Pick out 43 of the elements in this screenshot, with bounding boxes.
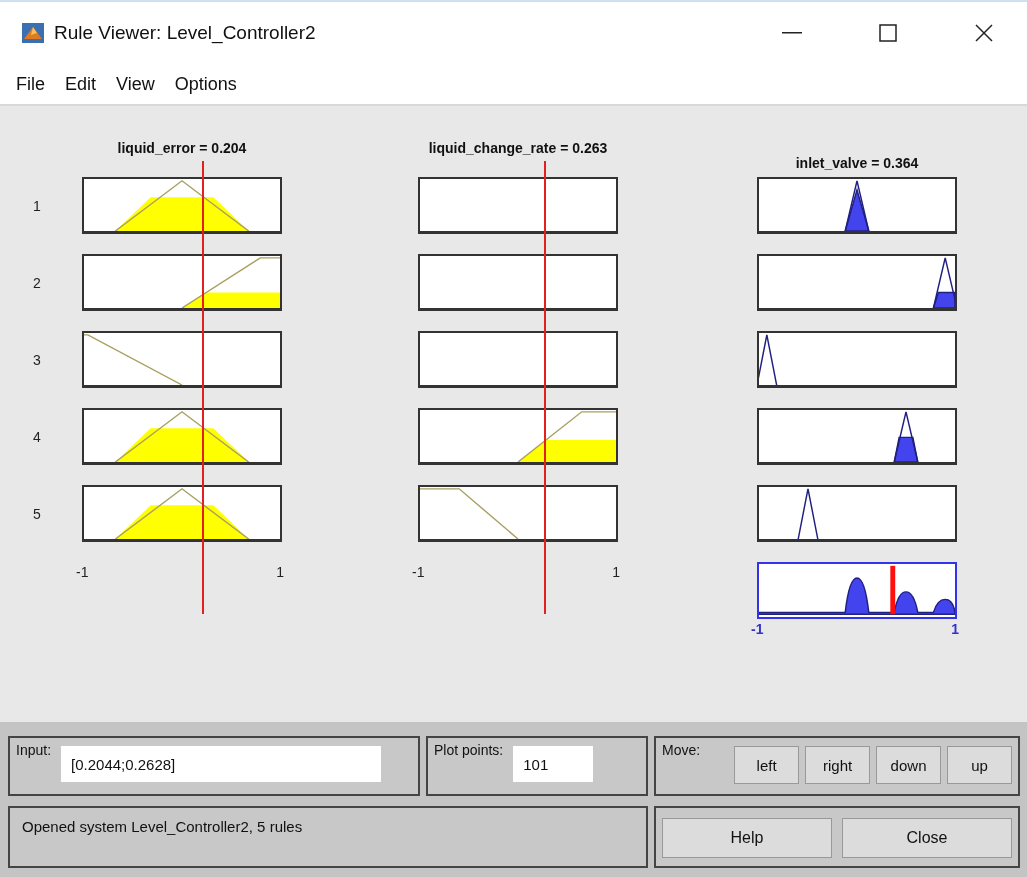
menu-item[interactable]: Edit <box>65 73 97 95</box>
input-variable-label: liquid_change_rate = 0.263 <box>428 140 608 156</box>
plot-points-label: Plot points: <box>434 742 504 758</box>
move-button[interactable]: up <box>947 746 1012 784</box>
axis-min-label: -1 <box>751 621 764 637</box>
membership-function-drawing <box>844 180 870 231</box>
output-variable-label: inlet_valve = 0.364 <box>795 155 919 171</box>
help-button[interactable]: Help <box>662 818 832 858</box>
menu-item[interactable]: Options <box>174 73 237 95</box>
output-value-marker <box>890 565 896 615</box>
move-button[interactable]: down <box>876 746 942 784</box>
minimize-icon <box>782 32 802 34</box>
rule-number[interactable]: 1 <box>33 197 41 214</box>
move-button[interactable]: right <box>805 746 871 784</box>
move-button[interactable]: left <box>734 746 800 784</box>
close-icon <box>975 24 993 42</box>
menu-item[interactable]: View <box>116 73 155 95</box>
membership-function-drawing <box>932 257 955 308</box>
input-label: Input: <box>16 742 52 758</box>
status-message: Opened system Level_Controller2, 5 rules <box>22 818 303 835</box>
maximize-icon <box>879 24 897 42</box>
app-logo-icon <box>22 23 44 43</box>
membership-function-drawing <box>893 411 919 462</box>
axis-min-label: -1 <box>76 564 89 580</box>
input-value-line[interactable] <box>202 161 204 614</box>
menu-item[interactable]: File <box>16 73 45 95</box>
membership-function-drawing <box>759 334 778 385</box>
axis-max-label: 1 <box>951 621 959 637</box>
input-variable-label: liquid_error = 0.204 <box>117 140 247 156</box>
input-field[interactable]: [0.2044;0.2628] <box>61 746 382 782</box>
axis-min-label: -1 <box>412 564 425 580</box>
membership-function-drawing <box>797 488 819 539</box>
plot-points-field[interactable]: 101 <box>513 746 594 782</box>
rule-number[interactable]: 5 <box>33 505 41 522</box>
axis-max-label: 1 <box>612 564 620 580</box>
rule-number[interactable]: 3 <box>33 351 41 368</box>
rule-number[interactable]: 2 <box>33 274 41 291</box>
input-value-line[interactable] <box>544 161 546 614</box>
rule-number[interactable]: 4 <box>33 428 41 445</box>
move-label: Move: <box>662 742 701 758</box>
close-dialog-button[interactable]: Close <box>842 818 1012 858</box>
axis-max-label: 1 <box>276 564 284 580</box>
window-title: Rule Viewer: Level_Controller2 <box>54 22 317 44</box>
